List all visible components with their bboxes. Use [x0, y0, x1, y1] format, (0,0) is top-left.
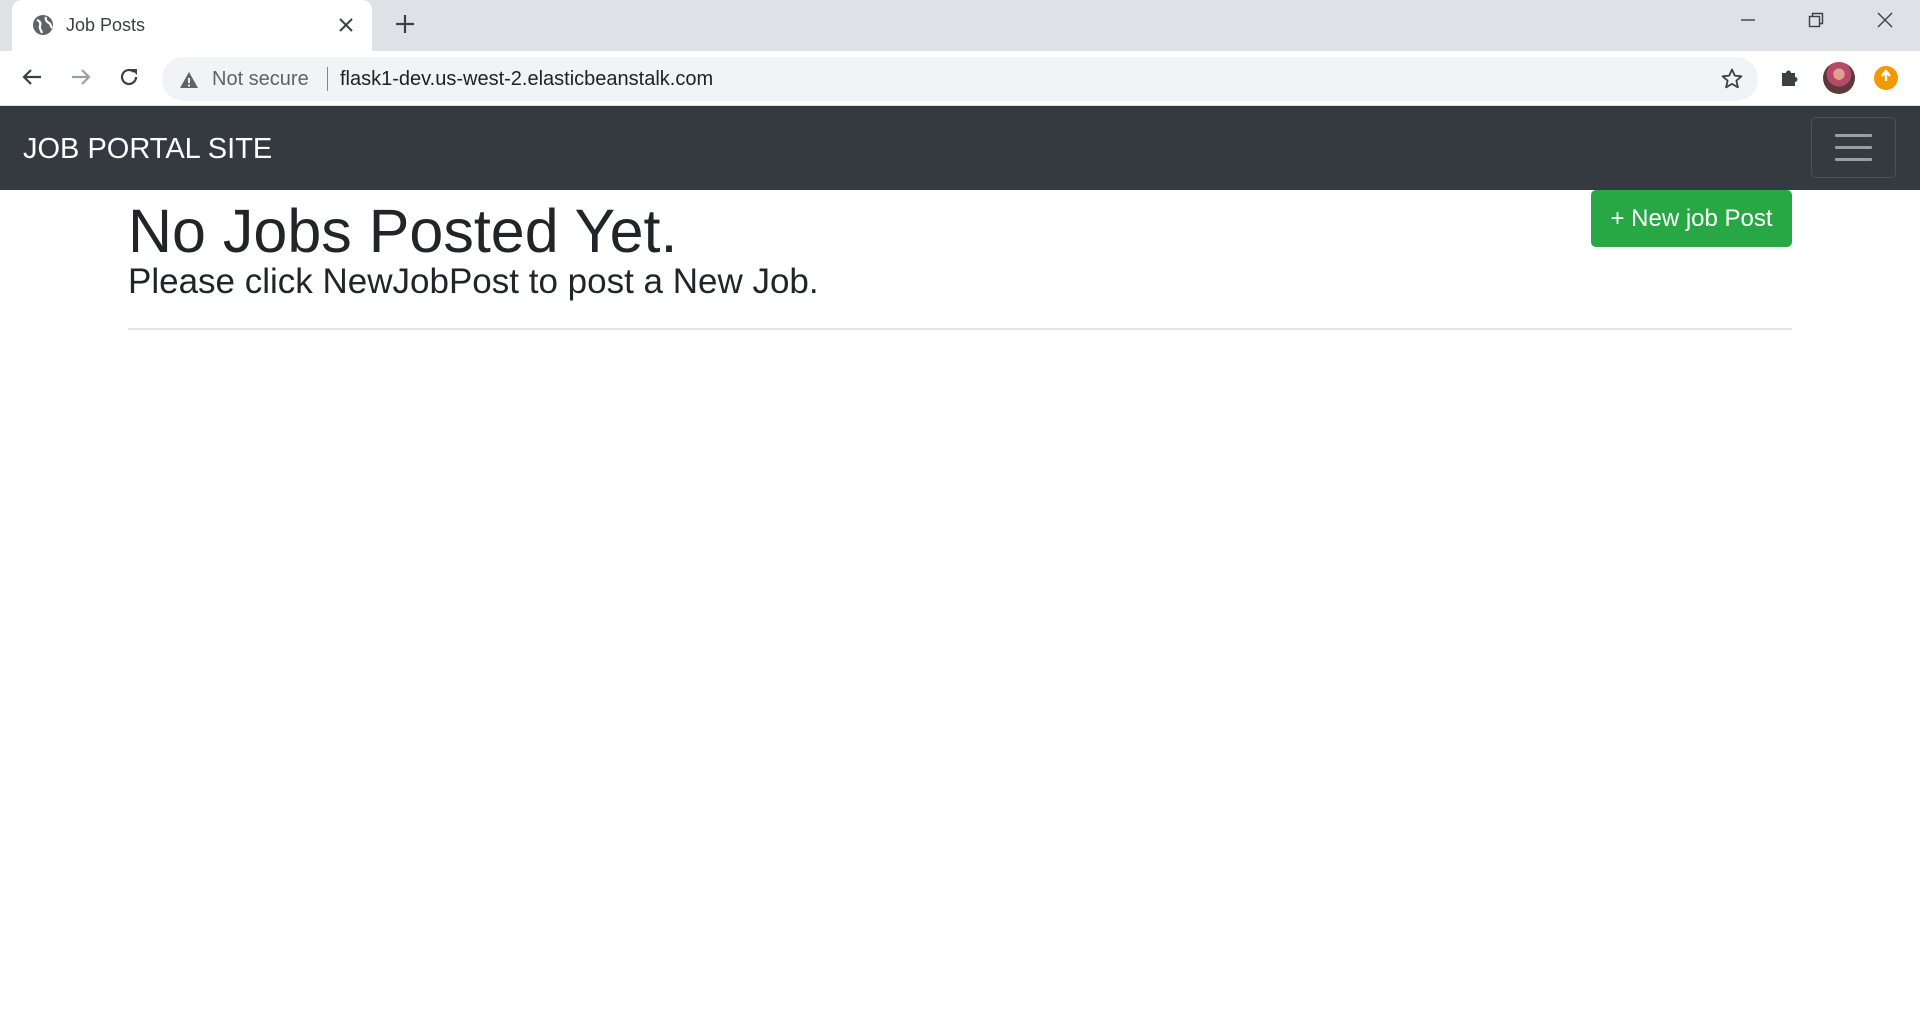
close-tab-icon[interactable] — [334, 13, 358, 37]
security-label[interactable]: Not secure — [212, 68, 309, 90]
extensions-button[interactable] — [1773, 62, 1807, 96]
globe-icon — [32, 14, 54, 36]
bookmark-star-icon[interactable] — [1716, 63, 1748, 95]
browser-tab[interactable]: Job Posts — [12, 0, 372, 51]
reload-button[interactable] — [112, 62, 146, 96]
address-bar[interactable]: Not secure flask1-dev.us-west-2.elasticb… — [162, 57, 1758, 101]
back-button[interactable] — [15, 62, 49, 96]
browser-tab-strip: Job Posts — [0, 0, 1920, 51]
forward-button[interactable] — [64, 62, 98, 96]
tab-title: Job Posts — [66, 15, 146, 35]
profile-avatar[interactable] — [1823, 62, 1855, 94]
url-text[interactable]: flask1-dev.us-west-2.elasticbeanstalk.co… — [340, 68, 713, 90]
navbar-brand[interactable]: JOB PORTAL SITE — [23, 132, 272, 166]
reload-icon — [118, 66, 140, 93]
navbar-toggler-button[interactable] — [1811, 117, 1896, 178]
minimize-button[interactable] — [1728, 6, 1768, 38]
close-icon — [1877, 12, 1893, 33]
omnibox-divider — [327, 67, 328, 91]
update-button[interactable] — [1874, 66, 1898, 90]
close-window-button[interactable] — [1865, 6, 1905, 38]
minimize-icon — [1740, 12, 1756, 33]
puzzle-icon — [1778, 65, 1802, 94]
restore-button[interactable] — [1796, 6, 1836, 38]
horizontal-divider — [128, 328, 1792, 330]
browser-toolbar: Not secure flask1-dev.us-west-2.elasticb… — [0, 51, 1920, 106]
new-tab-button[interactable] — [390, 11, 420, 41]
new-job-post-button[interactable]: + New job Post — [1591, 190, 1792, 247]
restore-icon — [1808, 12, 1824, 33]
arrow-right-icon — [70, 66, 92, 93]
page-title: No Jobs Posted Yet. — [128, 197, 678, 265]
hamburger-line — [1835, 158, 1872, 161]
arrow-up-icon — [1879, 68, 1893, 88]
hamburger-line — [1835, 146, 1872, 149]
site-navbar: JOB PORTAL SITE — [0, 106, 1920, 190]
plus-icon — [395, 14, 415, 39]
warning-icon[interactable] — [178, 69, 200, 91]
arrow-left-icon — [21, 66, 43, 93]
page-subtitle: Please click NewJobPost to post a New Jo… — [128, 262, 819, 301]
hamburger-line — [1835, 134, 1872, 137]
